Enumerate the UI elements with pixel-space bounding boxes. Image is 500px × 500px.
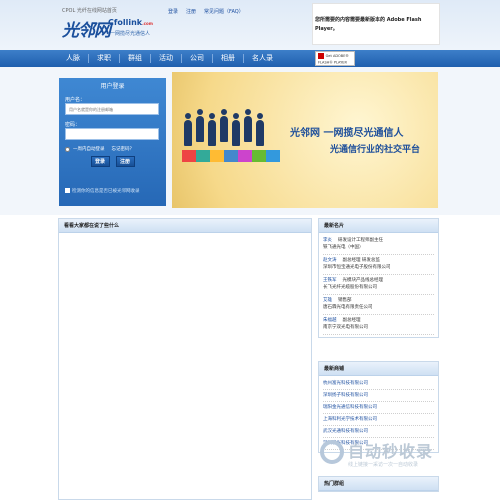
puzzle-piece-icon [224,150,238,162]
person-figure [244,109,252,142]
watermark-subtext: 线上链接一采访一次一自动收录 [348,462,419,468]
person-company[interactable]: 唐石霖光电有限责任公司 [323,304,434,311]
banner-subheadline: 光通信行业的社交平台 [330,145,421,155]
person-name[interactable]: 朱福越 [323,318,337,323]
person-figure [256,113,264,146]
activity-feed: 看看大家都在说了些什么 [58,218,312,500]
hero-banner[interactable]: 光邻网 一网揽尽光通信人 光通信行业的社交平台 [172,72,438,208]
puzzle-piece-icon [182,150,196,162]
puzzle-piece-icon [210,150,224,162]
check-record-link[interactable]: 检测你的信息是否已被光邻网收录 [65,188,140,194]
person-figure [232,113,240,146]
main-nav: 人脉 求职 群组 活动 公司 相册 名人录 [0,50,500,67]
nav-items: 人脉 求职 群组 活动 公司 相册 名人录 [58,50,281,67]
watermark: 自动秒收录 线上链接一采访一次一自动收录 [320,436,490,476]
nav-item-companies[interactable]: 公司 [182,54,213,63]
remember-row: 一周内自动登录 忘记密码？ [65,146,160,152]
faq-link[interactable]: 常见问题（FAQ） [204,8,244,15]
register-link[interactable]: 注册 [186,8,196,15]
list-item: 艾雄 销售部 唐石霖光电有限责任公司 [323,295,434,315]
person-company[interactable]: 长飞光纤光缆股份有限公司 [323,284,434,291]
puzzle-piece-icon [238,150,252,162]
username-label: 用户名： [65,97,86,103]
puzzle-piece-icon [196,150,210,162]
get-flash-player-button[interactable]: Get ADOBE® FLASH® PLAYER [315,51,355,66]
person-name[interactable]: 李炎 [323,238,332,243]
login-link[interactable]: 登录 [168,8,178,15]
hot-groups-box: 热门群组 [318,476,439,492]
nav-item-jobs[interactable]: 求职 [89,54,120,63]
watermark-text: 自动秒收录 [348,442,434,461]
header-inner: CPOL 光纤在线网站首页 光邻网 Cfollink.com 一网揽尽光通信人 … [58,0,440,50]
logo-chinese: 光邻网 [62,21,111,41]
person-name[interactable]: 艾雄 [323,298,332,303]
search-icon [65,188,70,193]
company-link[interactable]: 杭州富光科技有限公司 [323,378,434,390]
list-item: 王铁军 光模块产品线总经理 长飞光纤光缆股份有限公司 [323,275,434,295]
site-tagline: CPOL 光纤在线网站首页 [62,8,117,14]
puzzle-piece-icon [266,150,280,162]
nav-item-events[interactable]: 活动 [151,54,182,63]
list-item: 朱福越 副总经理 南京宁双光电有限公司 [323,315,434,335]
nav-item-groups[interactable]: 群组 [120,54,151,63]
nav-item-celebrities[interactable]: 名人录 [244,54,281,63]
list-item: 赵文涛 副总经理 研发总监 深圳市恒宝通光电子股份有限公司 [323,255,434,275]
person-title: 销售部 [338,298,352,303]
login-buttons: 登录 注册 [65,156,160,167]
person-title: 研发设计工程师副主任 [338,238,383,243]
flash-notice: 您所需要的内容需要最新版本的 Adobe Flash Player。 [312,3,440,45]
person-name[interactable]: 赵文涛 [323,258,337,263]
company-link[interactable]: 瑞阳金光通信科技有限公司 [323,402,434,414]
login-panel: 用户登录 用户名： 密码： 一周内自动登录 忘记密码？ 登录 注册 检测你的信息… [59,78,166,206]
people-illustration [180,100,280,190]
logo-domain: .com [142,21,153,26]
company-link[interactable]: 上海科利光学技术有限公司 [323,414,434,426]
banner-headline: 光邻网 一网揽尽光通信人 [290,128,404,139]
logo-slogan: 一网揽尽光通信人 [110,31,151,37]
nav-item-contacts[interactable]: 人脉 [58,54,89,63]
remember-label: 一周内自动登录 [73,147,105,152]
person-company[interactable]: 南京宁双光电有限公司 [323,324,434,331]
logo-english: Cfollink.com [108,18,153,27]
forgot-password-link[interactable]: 忘记密码？ [112,146,135,152]
sidebar-hot-groups: 热门群组 [318,476,439,492]
hot-groups-heading: 热门群组 [319,477,438,491]
person-company[interactable]: 深圳市恒宝通光电子股份有限公司 [323,264,434,271]
person-title: 副总经理 研发总监 [342,258,380,263]
logo-english-text: Cfollink [108,18,143,27]
person-figure [220,109,228,142]
header: CPOL 光纤在线网站首页 光邻网 Cfollink.com 一网揽尽光通信人 … [0,0,500,50]
puzzle-piece-icon [252,150,266,162]
company-link[interactable]: 深圳扬子科技有限公司 [323,390,434,402]
person-company[interactable]: 铁飞通光电（中国） [323,244,434,251]
check-record-text: 检测你的信息是否已被光邻网收录 [72,189,140,194]
password-label: 密码： [65,122,81,128]
feed-heading: 看看大家都在说了些什么 [59,219,311,233]
flash-icon [318,53,324,59]
person-title: 副总经理 [342,318,361,323]
site-logo[interactable]: 光邻网 Cfollink.com 一网揽尽光通信人 [62,16,162,42]
sidebar-people: 最新名片 李炎 研发设计工程师副主任 铁飞通光电（中国） 赵文涛 副总经理 研发总监深… [318,218,439,338]
nav-item-albums[interactable]: 相册 [213,54,244,63]
person-figure [208,113,216,146]
person-figure [184,113,192,146]
login-button[interactable]: 登录 [90,156,110,167]
remember-checkbox[interactable] [65,146,70,152]
list-item: 李炎 研发设计工程师副主任 铁飞通光电（中国） [323,235,434,255]
register-button[interactable]: 注册 [115,156,135,167]
people-list: 李炎 研发设计工程师副主任 铁飞通光电（中国） 赵文涛 副总经理 研发总监 深圳市恒宝通… [319,233,438,337]
watermark-logo-icon [320,440,344,464]
person-title: 光模块产品线总经理 [342,278,384,283]
people-heading: 最新名片 [319,219,438,233]
people-box: 最新名片 李炎 研发设计工程师副主任 铁飞通光电（中国） 赵文涛 副总经理 研发总监深… [318,218,439,338]
top-links: 登录 注册 常见问题（FAQ） [168,8,244,15]
companies-heading: 最新商铺 [319,362,438,376]
login-title: 用户登录 [100,83,125,90]
person-figure [196,109,204,142]
password-input[interactable] [65,128,159,140]
username-input[interactable] [65,103,159,115]
person-name[interactable]: 王铁军 [323,278,337,283]
